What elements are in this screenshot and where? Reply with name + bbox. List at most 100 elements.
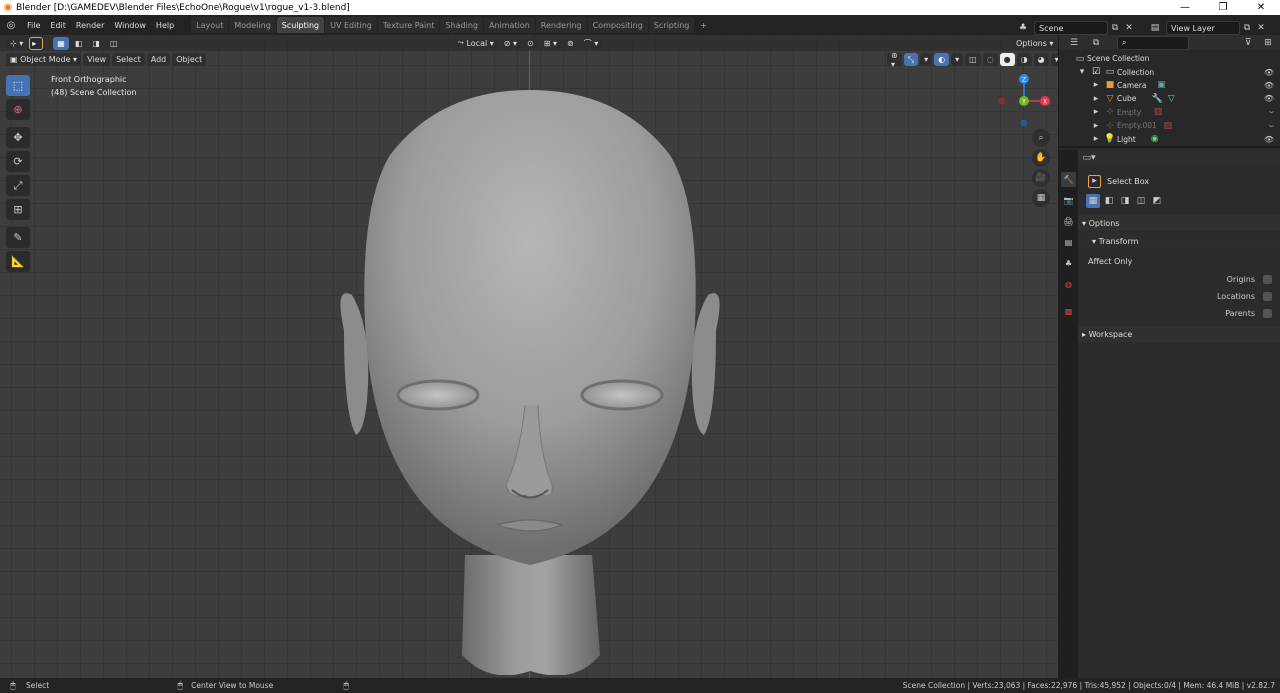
- hidden-icon[interactable]: ⌣: [1269, 107, 1274, 117]
- overlay-dropdown[interactable]: ▾: [951, 53, 964, 66]
- tree-item-camera[interactable]: ▸ ■ Camera ▣ 👁: [1059, 79, 1280, 92]
- select-mode-new-icon[interactable]: ▦: [53, 36, 69, 50]
- locations-checkbox[interactable]: [1263, 292, 1272, 301]
- image-data-icon[interactable]: ▨: [1151, 105, 1165, 119]
- view-layer-remove-icon[interactable]: ✕: [1254, 21, 1268, 35]
- world-tab-icon[interactable]: ◍: [1061, 277, 1076, 292]
- mode-difference-icon[interactable]: ◫: [1134, 194, 1148, 208]
- menu-help[interactable]: Help: [156, 21, 174, 30]
- menu-edit[interactable]: Edit: [50, 21, 66, 30]
- gizmo-dropdown[interactable]: ▾: [920, 53, 933, 66]
- eye-icon[interactable]: 👁: [1264, 135, 1274, 144]
- expand-arrow-icon[interactable]: ▸: [1089, 119, 1103, 133]
- menu-object[interactable]: Object: [172, 53, 207, 66]
- measure-tool-icon[interactable]: 📐: [6, 251, 30, 272]
- mode-intersect-icon[interactable]: ◩: [1150, 194, 1164, 208]
- maximize-button[interactable]: ❐: [1204, 2, 1242, 13]
- snap-toggle-icon[interactable]: ⊙: [523, 36, 538, 50]
- xray-toggle-icon[interactable]: ◫: [965, 53, 981, 66]
- visibility-dropdown[interactable]: ⊛ ▾: [887, 51, 902, 69]
- origins-checkbox[interactable]: [1263, 275, 1272, 284]
- cursor-tool-icon[interactable]: ⊕: [6, 99, 30, 120]
- annotate-tool-icon[interactable]: ✎: [6, 227, 30, 248]
- texture-tab-icon[interactable]: ▩: [1061, 304, 1076, 319]
- perspective-grid-icon[interactable]: ▦: [1032, 189, 1050, 207]
- gizmo-neg-x-axis[interactable]: [998, 97, 1006, 105]
- outliner-search-input[interactable]: ⌕: [1117, 35, 1189, 50]
- scene-remove-icon[interactable]: ✕: [1122, 21, 1136, 35]
- add-workspace-button[interactable]: +: [695, 17, 712, 33]
- tree-scene-collection[interactable]: ▭ Scene Collection: [1059, 52, 1280, 65]
- shading-dropdown[interactable]: ▾: [1050, 53, 1058, 66]
- eye-icon[interactable]: 👁: [1264, 81, 1274, 90]
- hidden-icon[interactable]: ⌣: [1269, 121, 1274, 131]
- tree-collection[interactable]: ▾ ☑ ▭ Collection 👁: [1059, 65, 1280, 78]
- menu-view[interactable]: View: [83, 53, 111, 66]
- material-shading-icon[interactable]: ◑: [1016, 53, 1032, 66]
- output-tab-icon[interactable]: 🖨: [1061, 214, 1076, 229]
- select-box-tool-icon[interactable]: ⬚: [6, 75, 30, 96]
- camera-view-icon[interactable]: 🎥: [1032, 169, 1050, 187]
- expand-arrow-icon[interactable]: ▸: [1089, 105, 1103, 119]
- locations-checkbox-row[interactable]: Locations: [1078, 288, 1280, 305]
- parents-checkbox[interactable]: [1263, 309, 1272, 318]
- parents-checkbox-row[interactable]: Parents: [1078, 305, 1280, 322]
- eye-icon[interactable]: 👁: [1264, 68, 1274, 77]
- navigation-gizmo[interactable]: Z X Y: [994, 71, 1054, 131]
- select-tool-icon[interactable]: ▸: [29, 36, 44, 50]
- tab-uv-editing[interactable]: UV Editing: [325, 17, 377, 33]
- view-layer-field[interactable]: View Layer: [1166, 21, 1240, 35]
- tree-item-light[interactable]: ▸ 💡 Light ◉ 👁: [1059, 132, 1280, 145]
- tree-item-empty-001[interactable]: ▸ ⊹ Empty.001 ▨ ⌣: [1059, 119, 1280, 132]
- menu-add[interactable]: Add: [146, 53, 171, 66]
- tab-sculpting[interactable]: Sculpting: [276, 17, 325, 33]
- properties-editor-icon[interactable]: ▭▾: [1082, 151, 1096, 165]
- mode-dropdown[interactable]: ▣ Object Mode ▾: [6, 53, 82, 66]
- tab-rendering[interactable]: Rendering: [535, 17, 587, 33]
- tool-tab-icon[interactable]: 🔨: [1061, 172, 1076, 187]
- transform-tool-icon[interactable]: ⊞: [6, 199, 30, 220]
- move-tool-icon[interactable]: ✥: [6, 127, 30, 148]
- menu-window[interactable]: Window: [114, 21, 146, 30]
- select-box-icon[interactable]: ▸: [1088, 174, 1101, 188]
- solid-shading-icon[interactable]: ●: [999, 53, 1015, 66]
- minimize-button[interactable]: —: [1166, 2, 1204, 13]
- modifier-wrench-icon[interactable]: 🔧: [1150, 92, 1164, 106]
- snap-target-dropdown[interactable]: ⊞ ▾: [539, 36, 561, 50]
- menu-select[interactable]: Select: [112, 53, 145, 66]
- new-collection-icon[interactable]: ⊞: [1261, 36, 1275, 50]
- expand-arrow-icon[interactable]: ▸: [1089, 78, 1103, 92]
- rotate-tool-icon[interactable]: ⟳: [6, 151, 30, 172]
- options-panel-header[interactable]: ▾ Options: [1078, 215, 1280, 231]
- tab-layout[interactable]: Layout: [191, 17, 229, 33]
- camera-data-icon[interactable]: ▣: [1154, 78, 1168, 92]
- blender-menu-icon[interactable]: ◎: [0, 20, 22, 31]
- zoom-icon[interactable]: ⌕: [1032, 129, 1050, 147]
- render-tab-icon[interactable]: 📷: [1061, 193, 1076, 208]
- light-data-icon[interactable]: ◉: [1148, 132, 1162, 146]
- outliner-editor-icon[interactable]: ☰: [1067, 36, 1081, 50]
- expand-arrow-icon[interactable]: ▾: [1075, 65, 1089, 79]
- expand-arrow-icon[interactable]: ▸: [1089, 132, 1103, 146]
- mode-set-icon[interactable]: ▦: [1086, 194, 1100, 208]
- mode-extend-icon[interactable]: ◧: [1102, 194, 1116, 208]
- origins-checkbox-row[interactable]: Origins: [1078, 271, 1280, 288]
- proportional-edit-icon[interactable]: ⊚: [563, 36, 578, 50]
- tree-item-empty[interactable]: ▸ ⊹ Empty ▨ ⌣: [1059, 106, 1280, 119]
- tab-compositing[interactable]: Compositing: [587, 17, 648, 33]
- display-mode-icon[interactable]: ⧉: [1089, 36, 1103, 50]
- gizmo-neg-z-axis[interactable]: [1020, 119, 1028, 127]
- scene-tab-icon[interactable]: ♣: [1061, 256, 1076, 271]
- select-mode-extend-icon[interactable]: ◧: [70, 36, 87, 50]
- expand-arrow-icon[interactable]: ▸: [1089, 92, 1103, 106]
- gizmo-toggle-icon[interactable]: ⤡: [903, 53, 919, 66]
- select-mode-subtract-icon[interactable]: ◨: [88, 36, 104, 50]
- mode-subtract-icon[interactable]: ◨: [1118, 194, 1132, 208]
- workspace-panel-header[interactable]: ▸ Workspace: [1078, 326, 1280, 342]
- overlay-toggle-icon[interactable]: ◐: [934, 53, 950, 66]
- options-dropdown[interactable]: Options ▾: [1012, 36, 1058, 50]
- transform-subpanel-header[interactable]: ▾ Transform: [1078, 233, 1280, 249]
- scene-copy-icon[interactable]: ⧉: [1108, 21, 1122, 35]
- tab-modeling[interactable]: Modeling: [229, 17, 276, 33]
- menu-render[interactable]: Render: [76, 21, 104, 30]
